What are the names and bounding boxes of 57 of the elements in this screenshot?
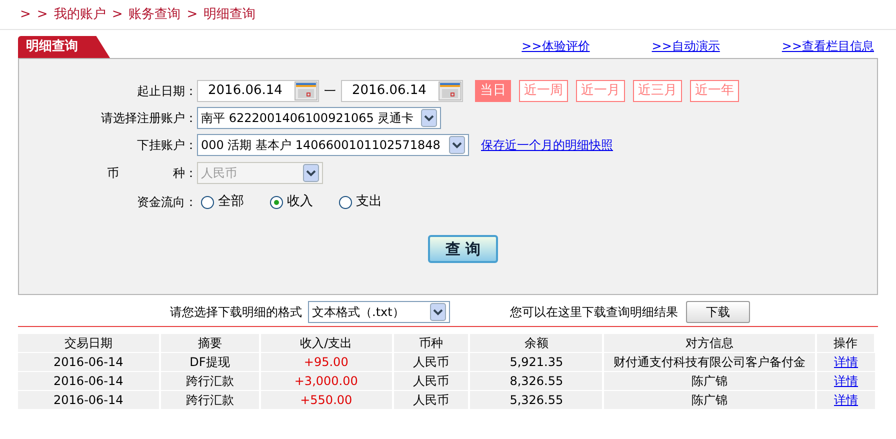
table-cell: 陈广锦: [603, 372, 816, 390]
table-cell: 人民币: [392, 352, 470, 372]
table-cell: 跨行汇款: [160, 390, 260, 409]
table-cell: 跨行汇款: [160, 372, 260, 390]
flow-radio[interactable]: 全部: [201, 192, 244, 212]
field-label: 下挂账户：: [136, 137, 197, 154]
table-cell: 人民币: [392, 390, 470, 409]
breadcrumb-link[interactable]: 账务查询: [128, 4, 181, 24]
details-link[interactable]: 详情: [834, 393, 858, 407]
field-label: 起止日期：: [136, 83, 197, 100]
snapshot-link[interactable]: 保存近一个月的明细快照: [481, 136, 613, 154]
dropdown-caret-icon: [421, 109, 437, 127]
header-link[interactable]: >>体验评价: [522, 37, 590, 55]
table-cell: DF提现: [160, 352, 260, 372]
table-cell: 2016-06-14: [18, 352, 160, 372]
start-date-field[interactable]: 2016.06.14: [197, 80, 319, 102]
format-select[interactable]: 文本格式（.txt）: [308, 300, 450, 322]
query-button[interactable]: 查 询: [428, 235, 498, 263]
table-cell: 2016-06-14: [18, 390, 160, 409]
breadcrumb-separator: >: [186, 6, 198, 24]
download-hint: 您可以在这里下载查询明细结果: [510, 304, 678, 320]
table-cell: 人民币: [392, 372, 470, 390]
sub-account-select[interactable]: 000 活期 基本户 1406600101102571848: [197, 134, 469, 156]
breadcrumb-link[interactable]: 我的账户: [54, 4, 106, 24]
flow-radio[interactable]: 支出: [339, 192, 382, 212]
breadcrumb-separator: >: [36, 6, 48, 24]
header-link[interactable]: >>查看栏目信息: [782, 37, 874, 55]
table-cell: +3,000.00: [260, 372, 393, 390]
details-link[interactable]: 详情: [834, 355, 858, 369]
field-label: 资金流向：: [136, 194, 197, 211]
dropdown-caret-icon: [449, 136, 465, 154]
table-cell: +550.00: [260, 390, 393, 409]
download-button[interactable]: 下载: [686, 300, 750, 322]
field-label: 请选择注册账户：: [100, 110, 197, 127]
format-label: 请您选择下载明细的格式: [170, 304, 302, 320]
header-link[interactable]: >>自动演示: [652, 37, 720, 55]
table-cell: 8,326.55: [469, 372, 604, 390]
table-cell: 财付通支付科技有限公司客户备付金: [603, 352, 816, 372]
dropdown-caret-icon: [430, 302, 446, 320]
end-date-field[interactable]: 2016.06.14: [341, 80, 463, 102]
table-cell: 5,326.55: [469, 390, 604, 409]
flow-radio[interactable]: 收入: [270, 192, 313, 212]
table-cell: 陈广锦: [603, 390, 816, 409]
breadcrumb-separator: >: [112, 6, 123, 24]
account-select[interactable]: 南平 6222001406100921065 灵通卡: [197, 107, 441, 129]
calendar-icon[interactable]: [438, 81, 462, 101]
field-label: 种：: [173, 165, 197, 182]
breadcrumb-link[interactable]: 明细查询: [204, 4, 256, 24]
breadcrumb-separator: >: [20, 6, 31, 24]
field-label: 币: [107, 165, 119, 182]
table-cell: +95.00: [260, 352, 393, 372]
details-link[interactable]: 详情: [834, 374, 858, 388]
table-cell: 5,921.35: [469, 352, 604, 372]
table-cell: 2016-06-14: [18, 372, 160, 390]
calendar-icon[interactable]: [294, 81, 318, 101]
dropdown-caret-icon: [303, 164, 319, 182]
date-separator: 一: [324, 83, 336, 100]
